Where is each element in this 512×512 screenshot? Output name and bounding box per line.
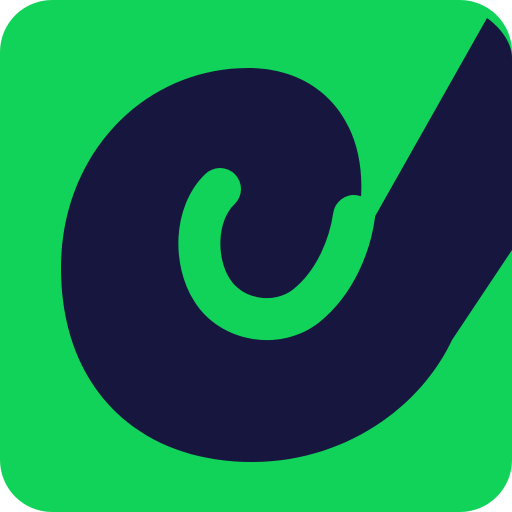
swirl-logo-icon (0, 0, 512, 512)
app-icon (0, 0, 512, 512)
